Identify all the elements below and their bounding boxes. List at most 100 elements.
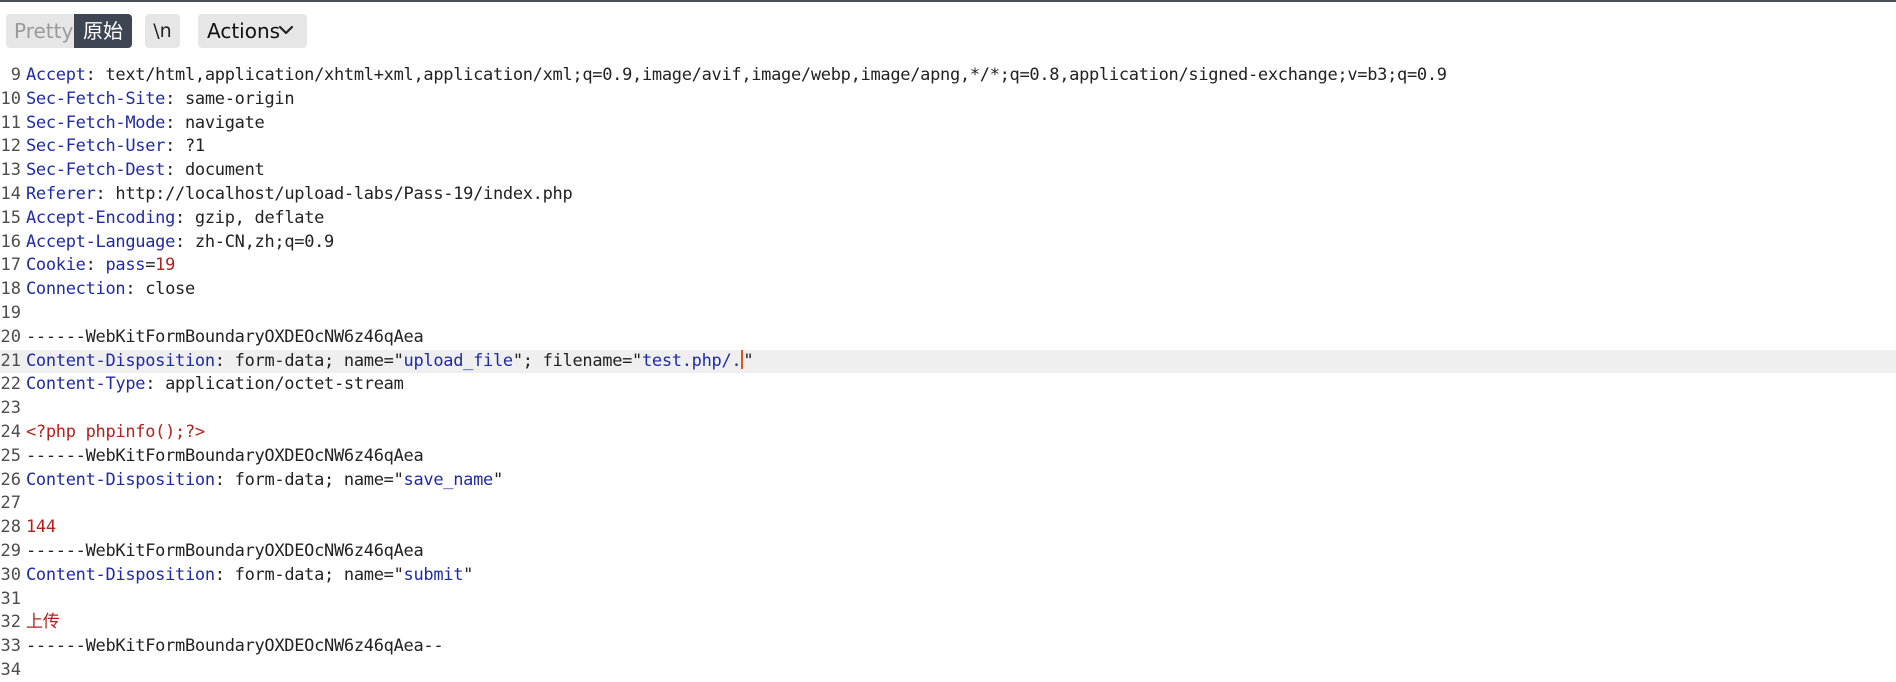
header-name: Accept-Language (26, 231, 176, 252)
line-number: 17 (0, 255, 21, 276)
chevron-down-icon (278, 25, 294, 35)
line-number: 30 (0, 564, 21, 585)
line-number: 9 (10, 65, 21, 85)
header-name: Connection (26, 279, 126, 300)
code-line[interactable]: 12 Sec-Fetch-User: ?1 (0, 135, 1896, 159)
line-content: Content-Disposition: form-data; name="su… (26, 564, 473, 588)
boundary-text: ------WebKitFormBoundaryOXDEOcNW6z46qAea… (26, 636, 444, 657)
header-value: form-data; name=" (234, 469, 404, 490)
header-value: " (743, 350, 754, 371)
code-line[interactable]: 11 Sec-Fetch-Mode: navigate (0, 112, 1896, 136)
header-value: same-origin (184, 88, 295, 109)
pretty-button[interactable]: Pretty (6, 14, 74, 48)
code-line[interactable]: 26 Content-Disposition: form-data; name="… (0, 469, 1896, 493)
code-line[interactable]: 16 Accept-Language: zh-CN,zh;q=0.9 (0, 231, 1896, 255)
line-content: Content-Disposition: form-data; name="sa… (26, 469, 503, 493)
header-value: gzip, deflate (194, 207, 325, 228)
header-value: text/html,application/xhtml+xml,applicat… (105, 65, 1447, 85)
header-name: Content-Disposition (26, 564, 215, 585)
line-number: 23 (0, 398, 21, 419)
line-number: 10 (0, 88, 21, 109)
line-number: 14 (0, 183, 21, 204)
code-line[interactable]: 23 (0, 397, 1896, 421)
body-literal: 144 (26, 517, 56, 538)
line-content: 144 (26, 516, 56, 540)
code-line[interactable]: 28 144 (0, 516, 1896, 540)
actions-menu-button[interactable]: Actions (198, 14, 307, 48)
code-line[interactable]: 31 (0, 588, 1896, 612)
code-line[interactable]: 33 ------WebKitFormBoundaryOXDEOcNW6z46qA… (0, 635, 1896, 659)
actions-label: Actions (207, 19, 281, 43)
code-punctuation: : (95, 183, 116, 204)
line-number: 21 (0, 350, 21, 371)
line-content: Sec-Fetch-User: ?1 (26, 135, 205, 159)
code-line[interactable]: 14 Referer: http://localhost/upload-labs/… (0, 183, 1896, 207)
header-name: Cookie (26, 255, 86, 276)
line-content: ------WebKitFormBoundaryOXDEOcNW6z46qAea (26, 326, 424, 350)
code-punctuation: : (145, 374, 166, 395)
param-value: upload_file (403, 350, 514, 371)
header-name: Referer (26, 183, 96, 204)
line-number: 29 (0, 540, 21, 561)
line-number: 15 (0, 207, 21, 228)
line-content: <?php phpinfo();?> (26, 421, 205, 445)
cookie-name: pass (105, 255, 146, 276)
code-line[interactable]: 9 Accept: text/html,application/xhtml+xml… (0, 64, 1896, 88)
code-line[interactable]: 13 Sec-Fetch-Dest: document (0, 159, 1896, 183)
header-value: document (184, 160, 265, 181)
header-value: zh-CN,zh;q=0.9 (194, 231, 334, 252)
line-number: 20 (0, 326, 21, 347)
code-line[interactable]: 21 Content-Disposition: form-data; name="… (0, 349, 1896, 374)
line-content: Sec-Fetch-Mode: navigate (26, 112, 265, 136)
line-number: 22 (0, 374, 21, 395)
header-value: ?1 (184, 136, 205, 157)
code-line[interactable]: 17 Cookie: pass=19 (0, 254, 1896, 278)
code-line[interactable]: 15 Accept-Encoding: gzip, deflate (0, 207, 1896, 231)
code-punctuation: : (165, 160, 185, 181)
line-content: Content-Disposition: form-data; name="up… (26, 349, 754, 374)
code-line[interactable]: 10 Sec-Fetch-Site: same-origin (0, 88, 1896, 112)
line-number: 25 (0, 445, 21, 466)
line-number: 19 (0, 302, 21, 323)
header-name: Sec-Fetch-User (26, 136, 166, 157)
line-number: 24 (0, 421, 21, 442)
code-line[interactable]: 34 (0, 659, 1896, 682)
line-content: Accept: text/html,application/xhtml+xml,… (26, 64, 1447, 88)
header-name: Sec-Fetch-Mode (26, 112, 166, 133)
code-line[interactable]: 30 Content-Disposition: form-data; name="… (0, 564, 1896, 588)
code-line[interactable]: 20 ------WebKitFormBoundaryOXDEOcNW6z46qA… (0, 326, 1896, 350)
show-newlines-button[interactable]: \n (145, 14, 180, 48)
line-content: Accept-Encoding: gzip, deflate (26, 207, 324, 231)
header-value: "; filename=" (512, 350, 642, 371)
code-line[interactable]: 25 ------WebKitFormBoundaryOXDEOcNW6z46qA… (0, 445, 1896, 469)
line-number: 16 (0, 231, 21, 252)
header-value: " (463, 564, 474, 585)
code-line[interactable]: 32 上传 (0, 611, 1896, 635)
code-punctuation: = (145, 255, 156, 276)
line-content: Sec-Fetch-Dest: document (26, 159, 265, 183)
code-punctuation: : (214, 564, 235, 585)
code-punctuation: : (125, 279, 146, 300)
code-punctuation: : (165, 136, 185, 157)
header-name: Content-Disposition (26, 469, 215, 490)
code-line[interactable]: 24 <?php phpinfo();?> (0, 421, 1896, 445)
code-punctuation: : (165, 112, 185, 133)
header-value: navigate (184, 112, 265, 133)
line-content: Accept-Language: zh-CN,zh;q=0.9 (26, 231, 334, 255)
line-number: 33 (0, 636, 21, 657)
code-line[interactable]: 27 (0, 492, 1896, 516)
code-punctuation: : (85, 65, 106, 85)
code-line[interactable]: 22 Content-Type: application/octet-stream (0, 373, 1896, 397)
param-value: save_name (403, 469, 494, 490)
boundary-text: ------WebKitFormBoundaryOXDEOcNW6z46qAea (26, 326, 424, 347)
raw-request-editor[interactable]: 9 Accept: text/html,application/xhtml+xml… (0, 64, 1896, 682)
code-line[interactable]: 18 Connection: close (0, 278, 1896, 302)
line-content: Content-Type: application/octet-stream (26, 373, 404, 397)
code-line[interactable]: 29 ------WebKitFormBoundaryOXDEOcNW6z46qA… (0, 540, 1896, 564)
code-line[interactable]: 19 (0, 302, 1896, 326)
raw-button[interactable]: 原始 (74, 14, 132, 48)
cookie-value: 19 (155, 255, 176, 276)
line-number: 27 (0, 493, 21, 514)
header-name: Accept (26, 65, 86, 85)
header-name: Sec-Fetch-Dest (26, 160, 166, 181)
